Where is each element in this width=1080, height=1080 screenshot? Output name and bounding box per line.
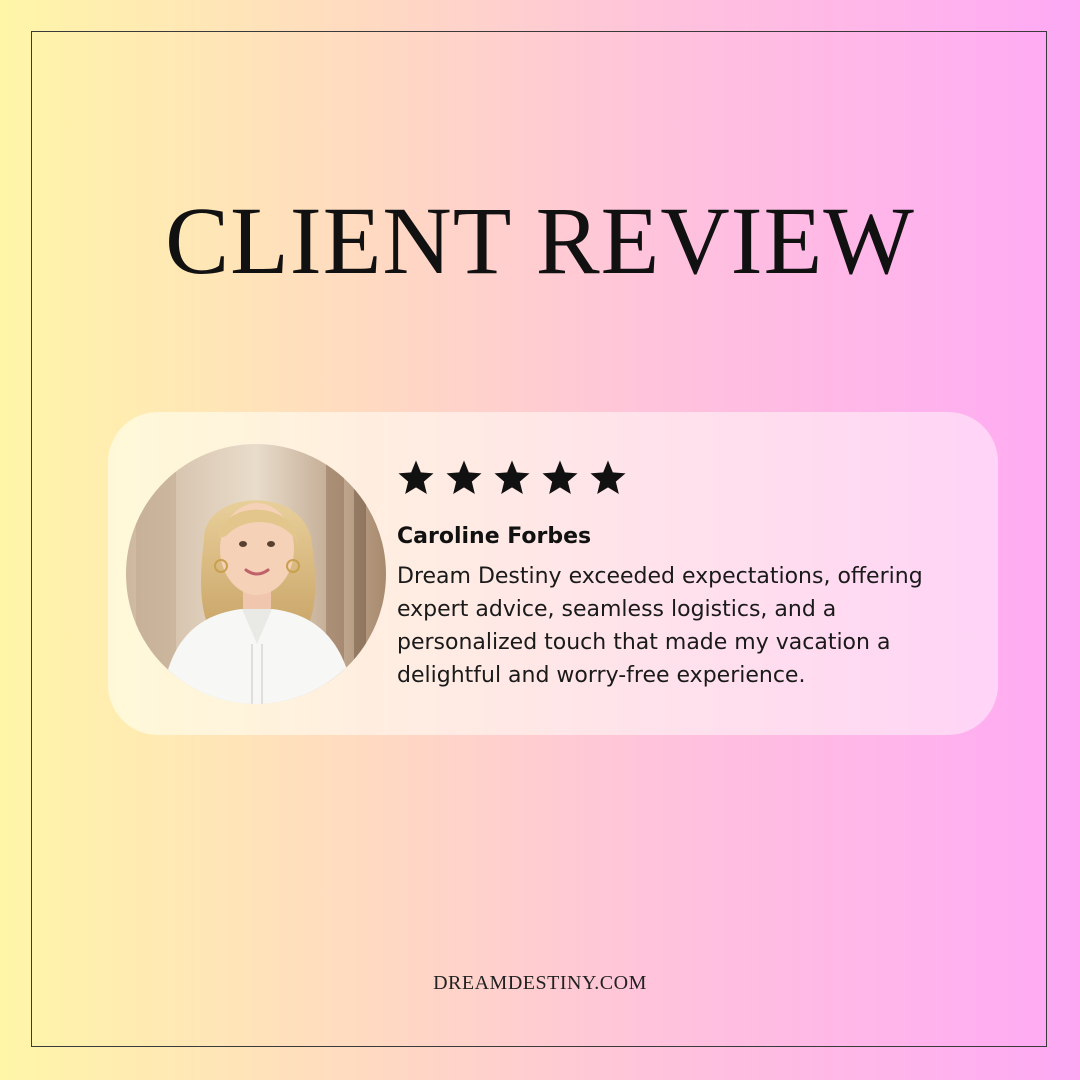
review-text-line: delightful and worry-free experience. [397,663,806,688]
website-url: DREAMDESTINY.COM [433,972,647,994]
star-icon [446,460,482,494]
review-text: Dream Destiny exceeded expectations, off… [397,560,957,692]
reviewer-avatar [126,444,386,704]
star-rating [396,458,628,498]
review-text-line: expert advice, seamless logistics, and a [397,597,837,622]
reviewer-photo [126,444,386,704]
star-icon [398,460,434,494]
star-icon [542,460,578,494]
review-text-line: personalized touch that made my vacation… [397,630,891,655]
review-text-line: Dream Destiny exceeded expectations, off… [397,564,923,589]
page-title: CLIENT REVIEW [165,187,915,294]
star-icon [590,460,626,494]
reviewer-name: Caroline Forbes [397,524,592,549]
star-icon [494,460,530,494]
